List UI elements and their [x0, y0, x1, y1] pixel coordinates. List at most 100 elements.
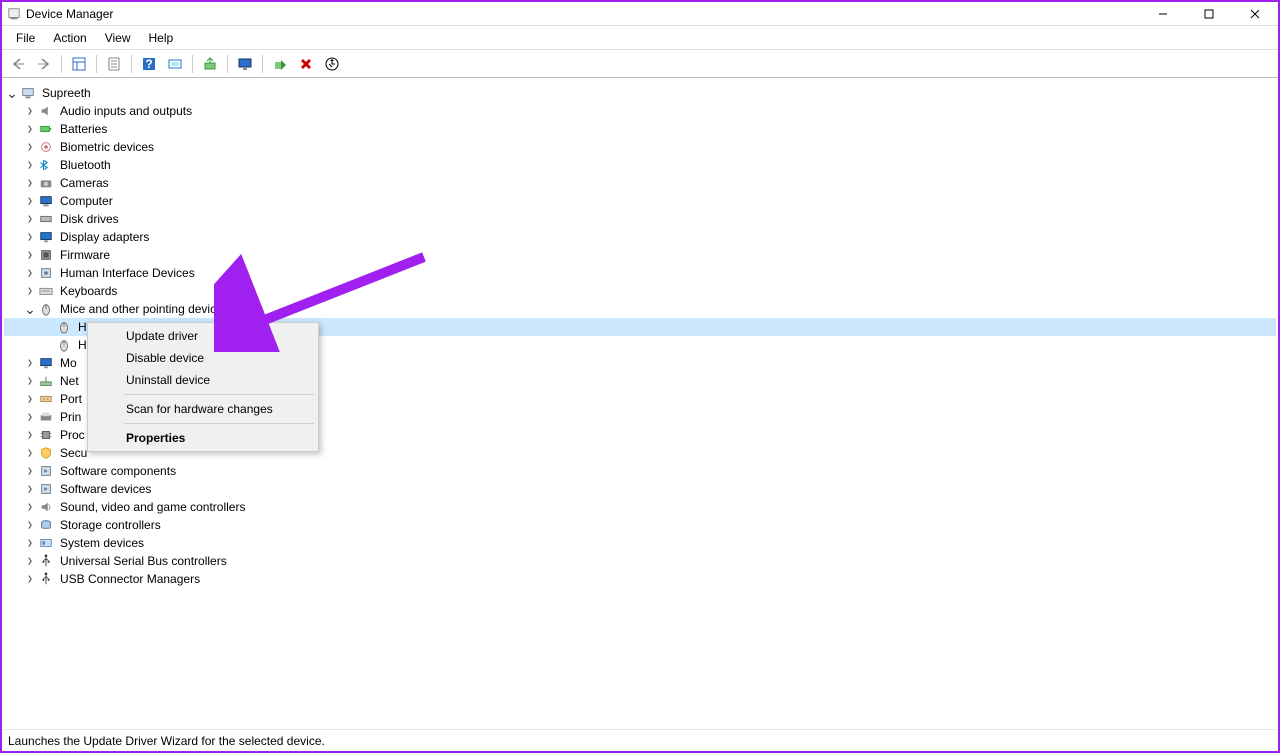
tree-label: System devices: [58, 536, 146, 550]
tool-properties[interactable]: [102, 53, 126, 75]
tree-label: Firmware: [58, 248, 112, 262]
sound-icon: [38, 499, 54, 515]
minimize-button[interactable]: [1140, 3, 1186, 25]
expand-icon[interactable]: ❯: [24, 555, 35, 566]
display-icon: [38, 229, 54, 245]
tree-category-3[interactable]: ❯Bluetooth: [4, 156, 1276, 174]
tool-show-hide[interactable]: [67, 53, 91, 75]
tree-label: Batteries: [58, 122, 109, 136]
window-title: Device Manager: [26, 7, 1140, 21]
tree-label: Software components: [58, 464, 178, 478]
tree-label: USB Connector Managers: [58, 572, 202, 586]
software-icon: [38, 481, 54, 497]
tree-category-9[interactable]: ❯Human Interface Devices: [4, 264, 1276, 282]
tree-label: Mice and other pointing devices: [58, 302, 231, 316]
usb-icon: [38, 571, 54, 587]
tree-category-2[interactable]: ❯Biometric devices: [4, 138, 1276, 156]
tree-label: Disk drives: [58, 212, 121, 226]
expand-icon[interactable]: ❯: [24, 447, 35, 458]
tool-uninstall[interactable]: [294, 53, 318, 75]
tree-category-0[interactable]: ❯ Audio inputs and outputs: [4, 102, 1276, 120]
tree-label: Audio inputs and outputs: [58, 104, 194, 118]
tool-enable[interactable]: [268, 53, 292, 75]
expand-icon[interactable]: ❯: [24, 429, 35, 440]
expand-icon[interactable]: ❯: [24, 393, 35, 404]
collapse-icon[interactable]: ⌄: [4, 85, 20, 101]
tree-category-6[interactable]: ❯ Disk drives: [4, 210, 1276, 228]
menu-file[interactable]: File: [8, 29, 43, 47]
expand-icon[interactable]: ❯: [24, 177, 35, 188]
tree-category-20[interactable]: ❯Sound, video and game controllers: [4, 498, 1276, 516]
expand-icon[interactable]: ❯: [24, 195, 35, 206]
mouse-icon: [56, 337, 72, 353]
tree-category-23[interactable]: ❯Universal Serial Bus controllers: [4, 552, 1276, 570]
ctx-separator: [124, 394, 314, 395]
tree-label: Secu: [58, 446, 89, 460]
expand-icon[interactable]: ❯: [24, 573, 35, 584]
biometric-icon: [38, 139, 54, 155]
expand-icon[interactable]: ❯: [24, 465, 35, 476]
expand-icon[interactable]: ❯: [24, 231, 35, 242]
tool-monitor[interactable]: [233, 53, 257, 75]
expand-icon[interactable]: ❯: [24, 159, 35, 170]
ctx-properties[interactable]: Properties: [90, 427, 316, 449]
ctx-scan-hardware[interactable]: Scan for hardware changes: [90, 398, 316, 420]
toolbar-separator: [192, 55, 193, 73]
expand-icon[interactable]: ❯: [24, 483, 35, 494]
hid-icon: [38, 265, 54, 281]
tool-help[interactable]: ?: [137, 53, 161, 75]
tree-category-22[interactable]: ❯ System devices: [4, 534, 1276, 552]
ctx-update-driver[interactable]: Update driver: [90, 325, 316, 347]
tool-back[interactable]: [6, 53, 30, 75]
ctx-uninstall-device[interactable]: Uninstall device: [90, 369, 316, 391]
tree-category-24[interactable]: ❯ USB Connector Managers: [4, 570, 1276, 588]
toolbar-separator: [61, 55, 62, 73]
tool-scan-hardware[interactable]: [320, 53, 344, 75]
menu-help[interactable]: Help: [141, 29, 182, 47]
expand-icon[interactable]: ❯: [24, 141, 35, 152]
tree-category-18[interactable]: ❯ Software components: [4, 462, 1276, 480]
expander-blank: [40, 319, 56, 335]
security-icon: [38, 445, 54, 461]
tree-category-8[interactable]: ❯ Firmware: [4, 246, 1276, 264]
tool-scan[interactable]: [163, 53, 187, 75]
tree-category-4[interactable]: ❯ Cameras: [4, 174, 1276, 192]
tree-label: Port: [58, 392, 84, 406]
expand-icon[interactable]: ❯: [24, 411, 35, 422]
menu-view[interactable]: View: [97, 29, 139, 47]
expand-icon[interactable]: ❯: [24, 285, 35, 296]
ctx-separator: [124, 423, 314, 424]
ctx-disable-device[interactable]: Disable device: [90, 347, 316, 369]
tree-category-19[interactable]: ❯Software devices: [4, 480, 1276, 498]
expand-icon[interactable]: ❯: [24, 123, 35, 134]
tool-update-driver[interactable]: [198, 53, 222, 75]
tree-label: Cameras: [58, 176, 111, 190]
tree-category-7[interactable]: ❯ Display adapters: [4, 228, 1276, 246]
expand-icon[interactable]: ❯: [24, 519, 35, 530]
expand-icon[interactable]: ❯: [24, 375, 35, 386]
expand-icon[interactable]: ❯: [24, 105, 35, 116]
tree-category-11[interactable]: ⌄ Mice and other pointing devices: [4, 300, 1276, 318]
expand-icon[interactable]: ❯: [24, 357, 35, 368]
tree-category-10[interactable]: ❯Keyboards: [4, 282, 1276, 300]
expand-icon[interactable]: ❯: [24, 249, 35, 260]
battery-icon: [38, 121, 54, 137]
expand-icon[interactable]: ❯: [24, 501, 35, 512]
tree-category-5[interactable]: ❯ Computer: [4, 192, 1276, 210]
maximize-button[interactable]: [1186, 3, 1232, 25]
expand-icon[interactable]: ❯: [24, 213, 35, 224]
tool-forward[interactable]: [32, 53, 56, 75]
expand-icon[interactable]: ❯: [24, 267, 35, 278]
tree-category-1[interactable]: ❯ Batteries: [4, 120, 1276, 138]
collapse-icon[interactable]: ⌄: [22, 301, 38, 317]
toolbar-separator: [96, 55, 97, 73]
tree-root[interactable]: ⌄Supreeth: [4, 84, 1276, 102]
menu-action[interactable]: Action: [45, 29, 94, 47]
system-icon: [38, 535, 54, 551]
toolbar-separator: [131, 55, 132, 73]
tree-category-21[interactable]: ❯Storage controllers: [4, 516, 1276, 534]
tree-label: Display adapters: [58, 230, 151, 244]
expand-icon[interactable]: ❯: [24, 537, 35, 548]
tree-label: Computer: [58, 194, 115, 208]
close-button[interactable]: [1232, 3, 1278, 25]
